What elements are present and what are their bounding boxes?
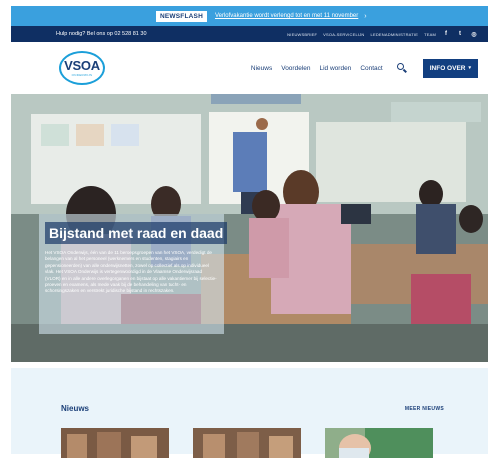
link-nieuwsbrief[interactable]: NIEUWSBRIEF	[287, 32, 317, 37]
link-ledenadministratie[interactable]: LEDENADMINISTRATIE	[371, 32, 419, 37]
nav-item-lid-worden[interactable]: Lid worden	[320, 65, 352, 72]
logo-text: VSOA	[64, 57, 100, 73]
info-over-button[interactable]: INFO OVER ▾	[422, 58, 478, 78]
link-servicelijn[interactable]: VSOA-SERVICELIJN	[323, 32, 364, 37]
hero-body: Het VSOA Onderwijs, één van de 11 beroep…	[45, 250, 217, 294]
nav-item-voordelen[interactable]: Voordelen	[281, 65, 310, 72]
nav-item-nieuws[interactable]: Nieuws	[251, 65, 272, 72]
news-card-1[interactable]	[61, 428, 169, 458]
newsflash-bar: NEWSFLASH Verlofvakantie wordt verlengd …	[11, 6, 488, 26]
hero-banner: Bijstand met raad en daad Het VSOA Onder…	[11, 94, 488, 362]
utility-links: NIEUWSBRIEF VSOA-SERVICELIJN LEDENADMINI…	[287, 31, 478, 38]
nav-item-contact[interactable]: Contact	[360, 65, 382, 72]
main-nav: Nieuws Voordelen Lid worden Contact INFO…	[251, 58, 478, 78]
chevron-down-icon: ▾	[468, 65, 471, 71]
help-phone-text[interactable]: Hulp nodig? Bel ons op 02 528 81 30	[56, 31, 147, 37]
news-section: Nieuws MEER NIEUWS	[11, 368, 488, 458]
news-heading: Nieuws	[61, 404, 90, 413]
newsflash-badge: NEWSFLASH	[156, 10, 207, 22]
site-header: VSOA ONDERWIJS Nieuws Voordelen Lid word…	[11, 42, 488, 94]
browser-page: NEWSFLASH Verlofvakantie wordt verlengd …	[11, 6, 488, 466]
news-image	[325, 428, 433, 458]
hero-title: Bijstand met raad en daad	[45, 222, 228, 244]
more-news-link[interactable]: MEER NIEUWS	[405, 406, 444, 412]
search-icon[interactable]	[396, 62, 408, 74]
newsflash-link[interactable]: Verlofvakantie wordt verlengd tot en met…	[215, 13, 358, 19]
logo-subtext: ONDERWIJS	[71, 72, 93, 77]
hero-text-card: Bijstand met raad en daad Het VSOA Onder…	[39, 214, 228, 334]
top-utility-bar: Hulp nodig? Bel ons op 02 528 81 30 NIEU…	[11, 26, 488, 42]
news-image	[61, 428, 169, 458]
instagram-icon[interactable]: ◎	[470, 31, 478, 38]
news-card-3[interactable]	[325, 428, 433, 458]
news-image	[193, 428, 301, 458]
chevron-right-icon[interactable]: ›	[364, 13, 366, 20]
twitter-icon[interactable]: t	[456, 31, 464, 37]
info-over-label: INFO OVER	[429, 64, 466, 72]
link-team[interactable]: TEAM	[424, 32, 436, 37]
news-card-2[interactable]	[193, 428, 301, 458]
vsoa-logo[interactable]: VSOA ONDERWIJS	[59, 51, 105, 85]
facebook-icon[interactable]: f	[442, 31, 450, 37]
